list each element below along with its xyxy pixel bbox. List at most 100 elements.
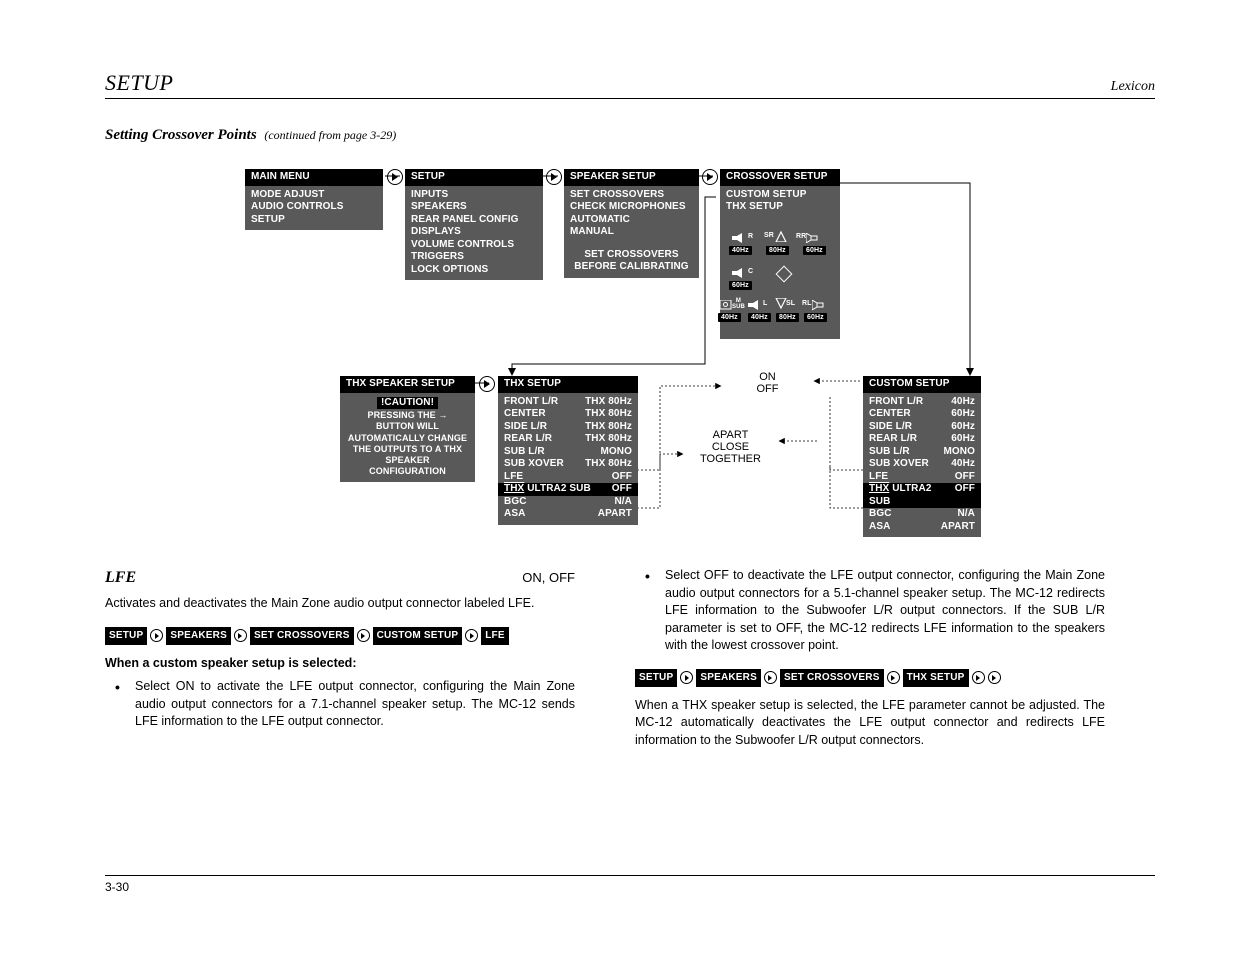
menu-item: SET CROSSOVERS [570, 189, 693, 202]
speaker-c-icon [732, 268, 746, 281]
breadcrumb-item: SPEAKERS [166, 627, 231, 645]
speaker-label: RR [796, 233, 806, 242]
menu-item: SPEAKERS [411, 201, 537, 214]
freq-chip: 40Hz [729, 246, 752, 255]
menu-item: INPUTS [411, 189, 537, 202]
speaker-label: L [763, 300, 767, 309]
breadcrumb-thx: SETUP SPEAKERS SET CROSSOVERS THX SETUP [635, 669, 1105, 687]
on-off-sub-menu: ON OFF [720, 371, 815, 395]
speaker-label: RL [802, 300, 812, 309]
freq-chip: 40Hz [718, 313, 741, 322]
param-row: SUB L/RMONO [869, 446, 975, 459]
speaker-label: R [748, 233, 753, 242]
arrow-right-icon [357, 629, 370, 642]
main-menu-panel: MAIN MENU MODE ADJUST AUDIO CONTROLS SET… [245, 169, 383, 230]
arrow-right-icon [387, 169, 403, 185]
arrow-right-icon [702, 169, 718, 185]
caution-body: SPEAKER [346, 455, 469, 466]
menu-item: TRIGGERS [411, 251, 537, 264]
caution-body: PRESSING THE → [346, 410, 469, 421]
listener-diamond-icon [776, 265, 793, 282]
panel-title: THX SPEAKER SETUP [340, 376, 475, 393]
arrow-right-icon [465, 629, 478, 642]
custom-setup-panel: CUSTOM SETUP FRONT L/R40Hz CENTER60Hz SI… [863, 376, 981, 537]
param-row-highlight: THX ULTRA2 SUBOFF [863, 483, 981, 508]
lfe-values: ON, OFF [522, 569, 575, 587]
arrow-right-icon [234, 629, 247, 642]
subtitle-main: Setting Crossover Points [105, 127, 257, 143]
freq-chip: 80Hz [776, 313, 799, 322]
speaker-label: MSUB [732, 298, 745, 310]
panel-title: SETUP [405, 169, 543, 186]
right-column: Select OFF to deactivate the LFE output … [635, 567, 1105, 759]
param-row: REAR L/R60Hz [869, 433, 975, 446]
param-row: LFEOFF [504, 471, 632, 484]
menu-item: THX SETUP [726, 201, 834, 214]
arrow-right-icon [764, 671, 777, 684]
menu-flow-diagram: MAIN MENU MODE ADJUST AUDIO CONTROLS SET… [105, 159, 1155, 549]
breadcrumb-item: LFE [481, 627, 509, 645]
caution-body: THE OUTPUTS TO A THX [346, 444, 469, 455]
caution-body: AUTOMATICALLY CHANGE [346, 433, 469, 444]
arrow-right-icon [887, 671, 900, 684]
menu-option: APART [683, 429, 778, 441]
subtitle: Setting Crossover Points (continued from… [105, 127, 1155, 144]
menu-item: AUTOMATIC [570, 214, 693, 227]
arrow-right-icon [150, 629, 163, 642]
param-row: LFEOFF [869, 471, 975, 484]
arrow-right-icon [546, 169, 562, 185]
setup-panel: SETUP INPUTS SPEAKERS REAR PANEL CONFIG … [405, 169, 543, 280]
speaker-r-icon [732, 233, 746, 246]
breadcrumb-item: SETUP [105, 627, 147, 645]
panel-title: SPEAKER SETUP [564, 169, 699, 186]
param-row: SUB XOVER40Hz [869, 458, 975, 471]
lfe-heading: LFE [105, 567, 136, 589]
param-row: REAR L/RTHX 80Hz [504, 433, 632, 446]
menu-item: MODE ADJUST [251, 189, 377, 202]
subtitle-continued: (continued from page 3-29) [264, 128, 396, 142]
arrow-right-icon [988, 671, 1001, 684]
caution-body: CONFIGURATION [346, 466, 469, 477]
param-row: SIDE L/R60Hz [869, 421, 975, 434]
freq-chip: 60Hz [804, 313, 827, 322]
menu-item: CHECK MICROPHONES [570, 201, 693, 214]
speaker-sub-icon [720, 300, 732, 313]
breadcrumb-item: CUSTOM SETUP [373, 627, 463, 645]
arrow-right-icon [680, 671, 693, 684]
bold-line: When a custom speaker setup is selected: [105, 655, 575, 673]
param-row: BGCN/A [869, 508, 975, 521]
breadcrumb-item: SETUP [635, 669, 677, 687]
freq-chip: 60Hz [803, 246, 826, 255]
param-row: BGCN/A [504, 496, 632, 509]
speaker-rr-icon [806, 233, 826, 246]
paragraph: Activates and deactivates the Main Zone … [105, 595, 575, 613]
menu-item: CUSTOM SETUP [726, 189, 834, 202]
param-row: CENTER60Hz [869, 408, 975, 421]
panel-footer: SET CROSSOVERS [570, 249, 693, 262]
speaker-sr-icon [773, 228, 789, 242]
list-item: Select OFF to deactivate the LFE output … [635, 567, 1105, 655]
param-row: ASAAPART [869, 521, 975, 534]
speaker-layout-diagram: R SR RR 40Hz 80Hz 60Hz C 60Hz [726, 228, 834, 328]
freq-chip: 60Hz [729, 281, 752, 290]
panel-title: THX SETUP [498, 376, 638, 393]
panel-title: CUSTOM SETUP [863, 376, 981, 393]
menu-option: ON [720, 371, 815, 383]
param-row: CENTERTHX 80Hz [504, 408, 632, 421]
header: SETUP Lexicon [105, 70, 1155, 99]
caution-label: !CAUTION! [377, 397, 438, 410]
spacing-sub-menu: APART CLOSE TOGETHER [683, 429, 778, 465]
param-row: FRONT L/R40Hz [869, 396, 975, 409]
speaker-label: C [748, 268, 753, 277]
header-section: SETUP [105, 70, 174, 96]
crossover-setup-panel: CROSSOVER SETUP CUSTOM SETUP THX SETUP R… [720, 169, 840, 339]
menu-option: TOGETHER [683, 453, 778, 465]
menu-option: OFF [720, 383, 815, 395]
panel-title: MAIN MENU [245, 169, 383, 186]
breadcrumb-item: THX SETUP [903, 669, 969, 687]
panel-title: CROSSOVER SETUP [720, 169, 840, 186]
breadcrumb-item: SET CROSSOVERS [780, 669, 884, 687]
speaker-l-icon [748, 300, 762, 313]
page-number: 3-30 [105, 880, 129, 894]
menu-item: REAR PANEL CONFIG [411, 214, 537, 227]
